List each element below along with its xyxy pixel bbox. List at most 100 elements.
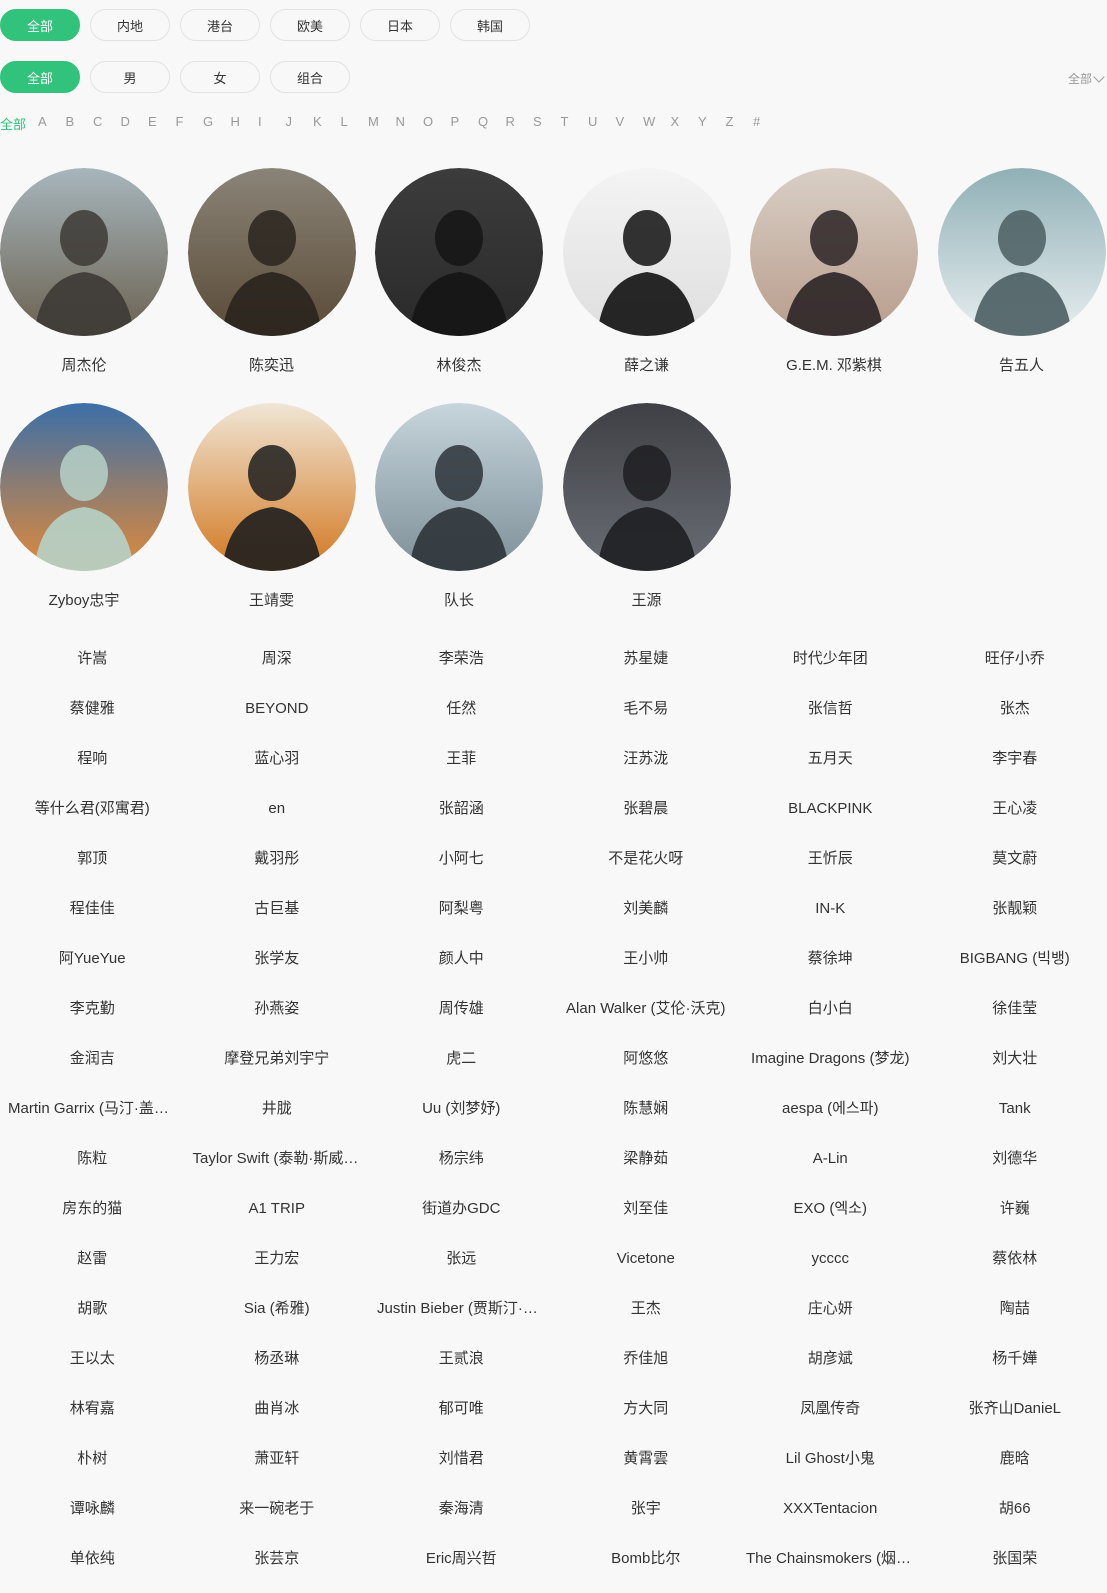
singer-name[interactable]: 王源 xyxy=(563,589,731,610)
singer-name-link[interactable]: 张信哲 xyxy=(738,693,923,743)
type-group-tab[interactable]: 组合 xyxy=(270,61,350,93)
singer-name-link[interactable]: 程响 xyxy=(0,743,185,793)
singer-name[interactable]: 周杰伦 xyxy=(0,354,168,375)
singer-name-link[interactable]: 王忻辰 xyxy=(738,843,923,893)
letter-r[interactable]: R xyxy=(506,114,534,133)
singer-name[interactable]: 队长 xyxy=(375,589,543,610)
singer-avatar[interactable] xyxy=(375,168,543,336)
singer-name-link[interactable]: Sia (希雅) xyxy=(185,1293,370,1343)
singer-name-link[interactable]: 戴羽彤 xyxy=(185,843,370,893)
singer-name-link[interactable]: 王杰 xyxy=(554,1293,739,1343)
singer-name-link[interactable]: 蔡健雅 xyxy=(0,693,185,743)
singer-name-link[interactable]: 不是花火呀 xyxy=(554,843,739,893)
singer-name-link[interactable]: 张学友 xyxy=(185,943,370,993)
singer-name-link[interactable]: 刘德华 xyxy=(923,1143,1107,1193)
singer-name-link[interactable]: 蓝心羽 xyxy=(185,743,370,793)
letter-c[interactable]: C xyxy=(93,114,121,133)
singer-avatar[interactable] xyxy=(188,168,356,336)
singer-name-link[interactable]: 朴树 xyxy=(0,1443,185,1493)
letter-s[interactable]: S xyxy=(533,114,561,133)
letter-a[interactable]: A xyxy=(38,114,66,133)
singer-card[interactable]: 王源 xyxy=(563,403,731,610)
singer-name-link[interactable]: Alan Walker (艾伦·沃克) xyxy=(554,993,739,1043)
singer-avatar[interactable] xyxy=(0,168,168,336)
singer-name-link[interactable]: 刘至佳 xyxy=(554,1193,739,1243)
singer-name-link[interactable]: 程佳佳 xyxy=(0,893,185,943)
letter-n[interactable]: N xyxy=(396,114,424,133)
singer-name-link[interactable]: 颜人中 xyxy=(369,943,554,993)
type-all-tab[interactable]: 全部 xyxy=(0,61,80,93)
singer-name-link[interactable]: BEYOND xyxy=(185,693,370,743)
singer-name-link[interactable]: 张远 xyxy=(369,1243,554,1293)
region-hk-tw-tab[interactable]: 港台 xyxy=(180,9,260,41)
singer-name-link[interactable]: 陶喆 xyxy=(923,1293,1107,1343)
singer-name-link[interactable]: 张杰 xyxy=(923,693,1107,743)
singer-name-link[interactable]: 萧亚轩 xyxy=(185,1443,370,1493)
singer-name-link[interactable]: 许嵩 xyxy=(0,643,185,693)
singer-card[interactable]: Zyboy忠宇 xyxy=(0,403,168,610)
singer-avatar[interactable] xyxy=(375,403,543,571)
singer-name-link[interactable]: 胡歌 xyxy=(0,1293,185,1343)
singer-name-link[interactable]: 张芸京 xyxy=(185,1543,370,1593)
region-japan-tab[interactable]: 日本 xyxy=(360,9,440,41)
letter-q[interactable]: Q xyxy=(478,114,506,133)
singer-name-link[interactable]: aespa (에스파) xyxy=(738,1093,923,1143)
singer-name-link[interactable]: 凤凰传奇 xyxy=(738,1393,923,1443)
type-male-tab[interactable]: 男 xyxy=(90,61,170,93)
singer-name-link[interactable]: 刘大壮 xyxy=(923,1043,1107,1093)
singer-name-link[interactable]: 金润吉 xyxy=(0,1043,185,1093)
singer-name-link[interactable]: Uu (刘梦妤) xyxy=(369,1093,554,1143)
region-mainland-tab[interactable]: 内地 xyxy=(90,9,170,41)
singer-name-link[interactable]: 来一碗老于 xyxy=(185,1493,370,1543)
singer-name-link[interactable]: 王心凌 xyxy=(923,793,1107,843)
letter-g[interactable]: G xyxy=(203,114,231,133)
singer-name-link[interactable]: 阿梨粤 xyxy=(369,893,554,943)
singer-card[interactable]: 告五人 xyxy=(938,168,1106,375)
singer-name-link[interactable]: 张齐山DanieL xyxy=(923,1393,1107,1443)
singer-name-link[interactable]: 蔡徐坤 xyxy=(738,943,923,993)
singer-card[interactable]: 队长 xyxy=(375,403,543,610)
region-all-tab[interactable]: 全部 xyxy=(0,9,80,41)
letter-b[interactable]: B xyxy=(66,114,94,133)
singer-name-link[interactable]: 杨千嬅 xyxy=(923,1343,1107,1393)
singer-name-link[interactable]: 旺仔小乔 xyxy=(923,643,1107,693)
letter-m[interactable]: M xyxy=(368,114,396,133)
letter-w[interactable]: W xyxy=(643,114,671,133)
singer-name-link[interactable]: en xyxy=(185,793,370,843)
singer-name-link[interactable]: 曲肖冰 xyxy=(185,1393,370,1443)
singer-name-link[interactable]: 任然 xyxy=(369,693,554,743)
singer-name-link[interactable]: 阿YueYue xyxy=(0,943,185,993)
singer-card[interactable]: 周杰伦 xyxy=(0,168,168,375)
singer-avatar[interactable] xyxy=(938,168,1106,336)
singer-name-link[interactable]: 莫文蔚 xyxy=(923,843,1107,893)
singer-name-link[interactable]: 等什么君(邓寓君) xyxy=(0,793,185,843)
letter-p[interactable]: P xyxy=(451,114,479,133)
singer-name-link[interactable]: 杨丞琳 xyxy=(185,1343,370,1393)
singer-name[interactable]: Zyboy忠宇 xyxy=(0,589,168,610)
letter-f[interactable]: F xyxy=(176,114,204,133)
singer-name-link[interactable]: 许巍 xyxy=(923,1193,1107,1243)
singer-name-link[interactable]: 刘美麟 xyxy=(554,893,739,943)
singer-name-link[interactable]: 街道办GDC xyxy=(369,1193,554,1243)
singer-name-link[interactable]: BLACKPINK xyxy=(738,793,923,843)
singer-name-link[interactable]: Vicetone xyxy=(554,1243,739,1293)
singer-name[interactable]: G.E.M. 邓紫棋 xyxy=(750,354,918,375)
singer-name-link[interactable]: Justin Bieber (贾斯汀·比伯) xyxy=(369,1293,554,1343)
singer-name-link[interactable]: A-Lin xyxy=(738,1143,923,1193)
singer-name-link[interactable]: 秦海清 xyxy=(369,1493,554,1543)
sort-dropdown[interactable]: 全部 xyxy=(1068,70,1103,87)
singer-avatar[interactable] xyxy=(188,403,356,571)
singer-name-link[interactable]: 周传雄 xyxy=(369,993,554,1043)
singer-name-link[interactable]: 周深 xyxy=(185,643,370,693)
singer-name-link[interactable]: 房东的猫 xyxy=(0,1193,185,1243)
letter-hash[interactable]: # xyxy=(753,114,781,133)
singer-name-link[interactable]: 孙燕姿 xyxy=(185,993,370,1043)
singer-name-link[interactable]: 刘惜君 xyxy=(369,1443,554,1493)
singer-name-link[interactable]: Tank xyxy=(923,1093,1107,1143)
singer-avatar[interactable] xyxy=(0,403,168,571)
singer-name-link[interactable]: Bomb比尔 xyxy=(554,1543,739,1593)
singer-name-link[interactable]: 古巨基 xyxy=(185,893,370,943)
letter-v[interactable]: V xyxy=(616,114,644,133)
singer-name-link[interactable]: 黄霄雲 xyxy=(554,1443,739,1493)
singer-name-link[interactable]: Eric周兴哲 xyxy=(369,1543,554,1593)
